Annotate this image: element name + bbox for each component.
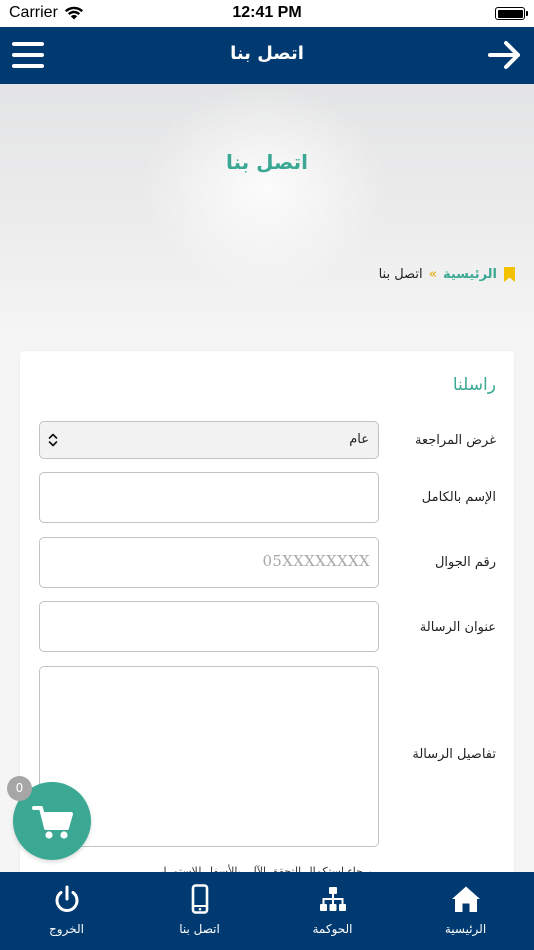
bottom-tab-bar: الخروج اتصل بنا الحوكمة الرئيسية [0,872,534,950]
subject-label: عنوان الرسالة [419,620,496,635]
breadcrumb-home-link[interactable]: الرئيسية [443,267,497,282]
navigation-bar: اتصل بنا [0,27,534,84]
bookmark-icon [504,266,515,282]
tab-logout[interactable]: الخروج [0,872,133,950]
status-bar: Carrier 12:41 PM [0,0,534,27]
mobile-input[interactable]: 05XXXXXXXX [39,537,379,588]
details-label: تفاصيل الرسالة [412,747,496,762]
breadcrumb-current: اتصل بنا [378,266,423,282]
mobile-phone-icon [191,884,208,914]
select-arrows-icon [48,433,58,447]
tab-governance[interactable]: الحوكمة [266,872,399,950]
tab-home-label: الرئيسية [444,922,487,936]
breadcrumb: الرئيسية » اتصل بنا [379,264,516,284]
contact-form-card: راسلنا غرض المراجعة عام الإسم بالكامل رق… [20,351,514,891]
tab-contact-label: اتصل بنا [179,922,220,936]
mobile-placeholder: 05XXXXXXXX [262,552,370,570]
full-name-label: الإسم بالكامل [421,490,496,505]
home-icon [451,886,480,912]
purpose-label: غرض المراجعة [415,433,496,448]
breadcrumb-separator: » [428,266,437,282]
mobile-label: رقم الجوال [434,555,496,570]
back-arrow-icon[interactable] [488,39,522,71]
form-title: راسلنا [452,375,496,395]
purpose-select[interactable]: عام [39,421,379,459]
hero-title: اتصل بنا [225,150,309,174]
org-chart-icon [319,887,346,911]
hero-banner: اتصل بنا [0,84,534,336]
tab-contact[interactable]: اتصل بنا [133,872,266,950]
power-icon [55,885,78,912]
tab-home[interactable]: الرئيسية [399,872,532,950]
purpose-selected-value: عام [349,432,369,447]
tab-logout-label: الخروج [49,922,84,936]
cart-count-badge: 0 [7,776,32,801]
clock: 12:41 PM [232,4,302,21]
hero-background-image [140,84,390,294]
page-title: اتصل بنا [230,43,304,64]
full-name-input[interactable] [39,472,379,523]
tab-governance-label: الحوكمة [312,922,353,936]
subject-input[interactable] [39,601,379,652]
battery-icon [495,7,528,20]
